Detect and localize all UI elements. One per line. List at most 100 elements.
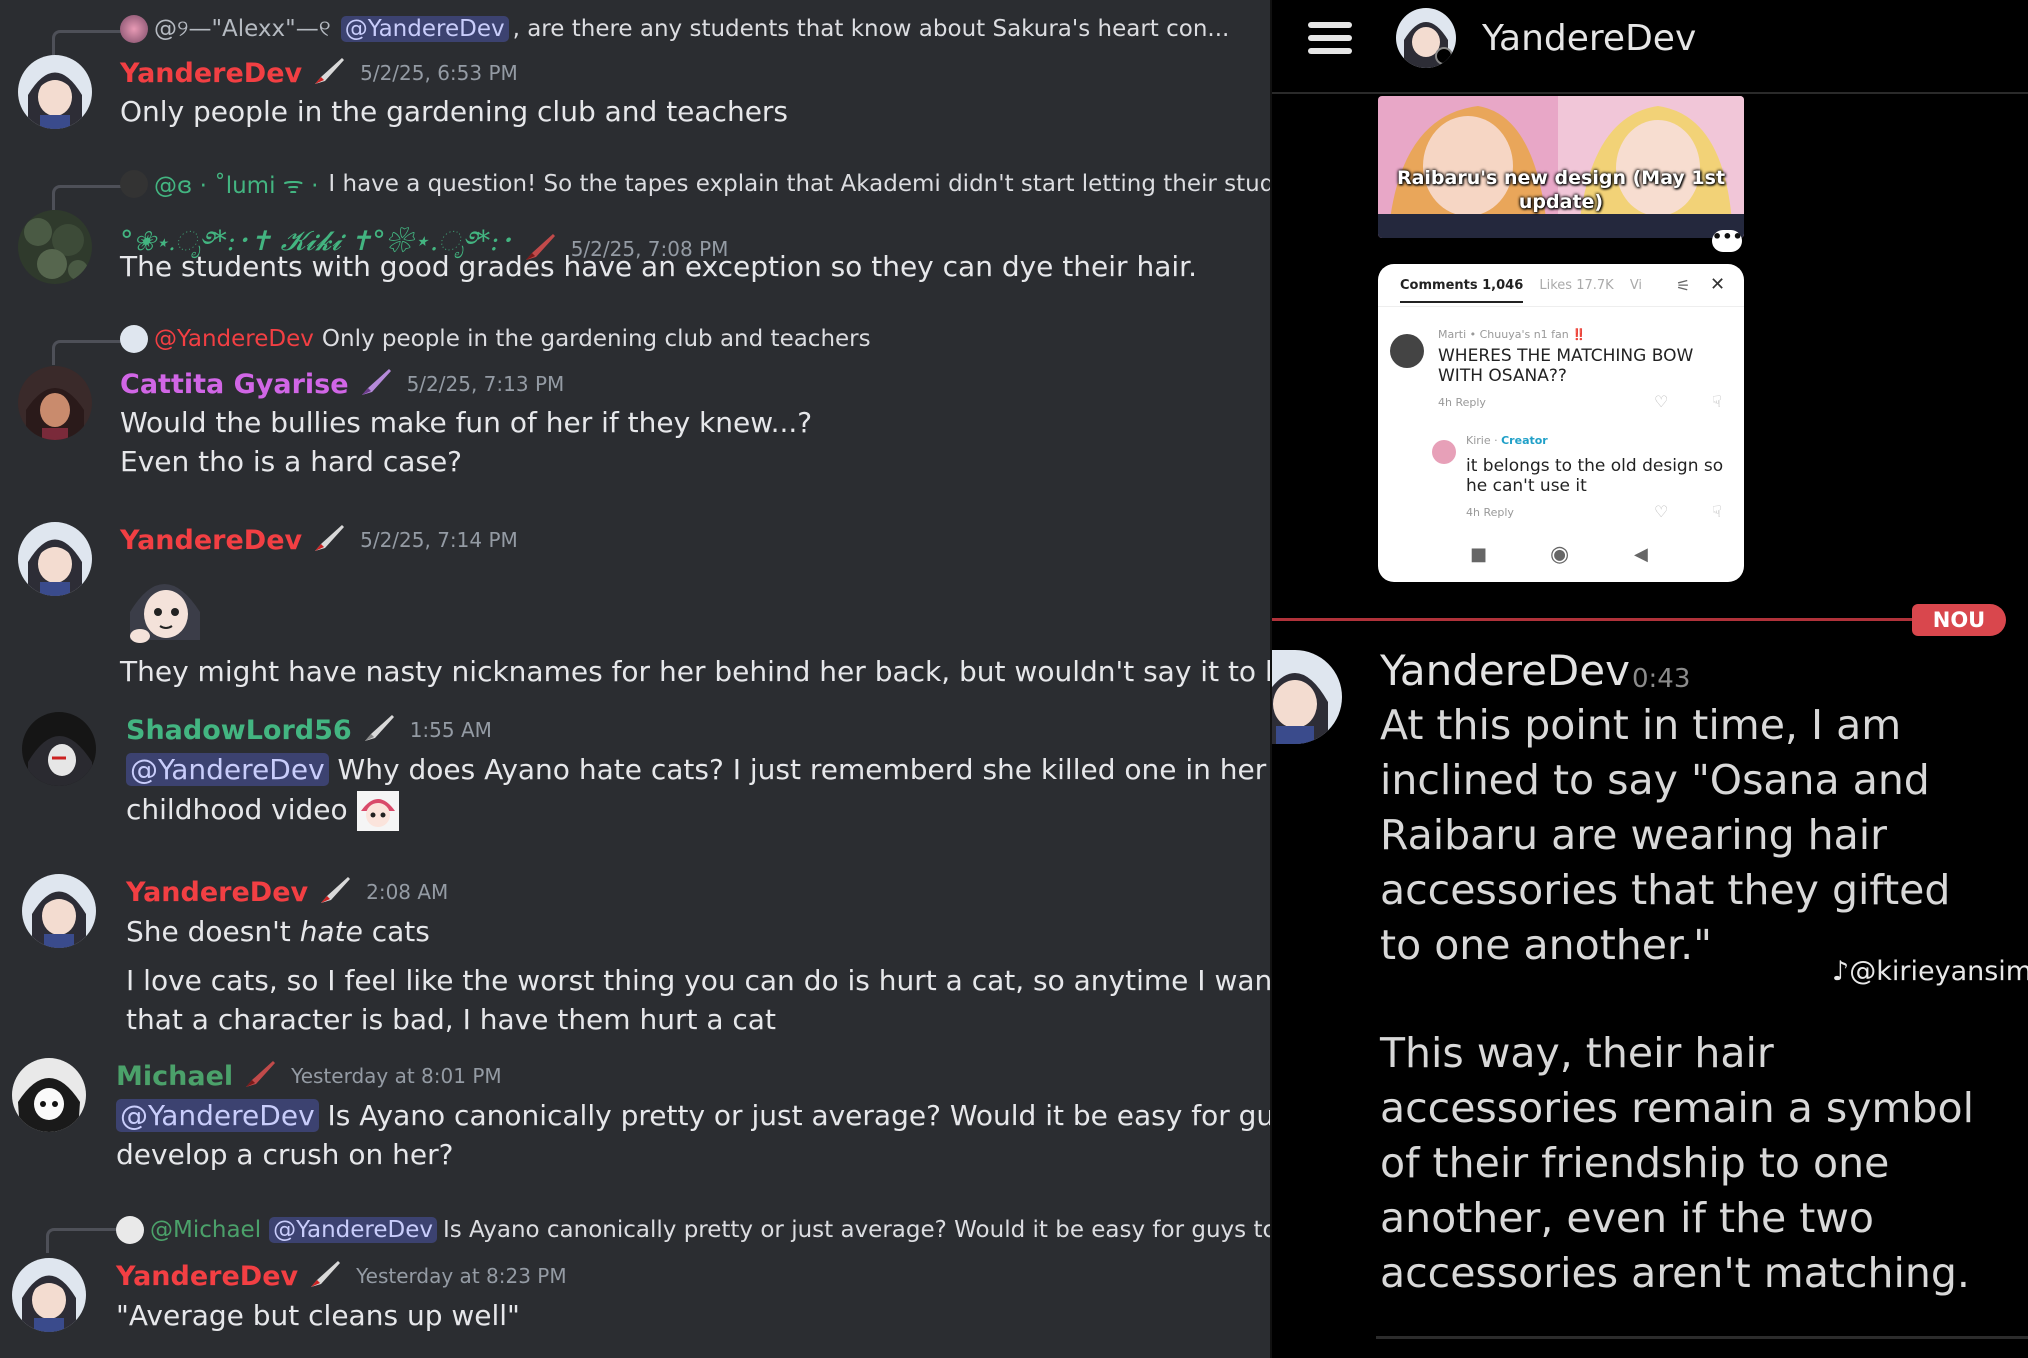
tab-comments[interactable]: Comments 1,046 <box>1400 278 1524 303</box>
timestamp: 0:43 <box>1632 664 1691 694</box>
emoji-sticker <box>356 791 399 831</box>
message-header: YandereDev 5/2/25, 6:53 PM <box>120 56 518 90</box>
close-icon[interactable]: ✕ <box>1710 274 1725 295</box>
dislike-icon[interactable]: ☟ <box>1712 392 1722 411</box>
message-line: of their friendship to one <box>1380 1139 1890 1187</box>
message-header: Cattita Gyarise 5/2/25, 7:13 PM <box>120 367 564 401</box>
message-text: Would the bullies make fun of her if the… <box>120 406 813 439</box>
tab-more[interactable]: Vi <box>1630 278 1642 293</box>
video-thumbnail[interactable]: Raibaru's new design (May 1st update) <box>1378 96 1744 238</box>
message-header: YandereDev 5/2/25, 7:14 PM <box>120 523 518 557</box>
message-author[interactable]: YandereDev <box>1380 646 1630 695</box>
avatar[interactable] <box>18 366 92 440</box>
mention[interactable]: @YandereDev <box>126 753 329 786</box>
message-text: Only people in the gardening club and te… <box>120 95 789 128</box>
comment-text: it belongs to the old design so he can't… <box>1466 456 1724 496</box>
knife-icon <box>243 1059 277 1093</box>
menu-icon[interactable] <box>1308 22 1352 60</box>
reply-text: , are there any students that know about… <box>512 16 1230 42</box>
filter-icon[interactable]: ⚟ <box>1676 276 1690 295</box>
thinking-sticker <box>120 560 208 648</box>
username[interactable]: YandereDev <box>120 58 302 89</box>
message-line: inclined to say "Osana and <box>1380 756 1930 804</box>
reply-connector <box>52 340 125 365</box>
timestamp: 2:08 AM <box>366 880 449 904</box>
new-badge: NOU <box>1912 604 2006 636</box>
reply-connector <box>52 185 125 210</box>
comment-footer[interactable]: 4h Reply <box>1438 396 1486 409</box>
message-line: This way, their hair <box>1380 1029 1774 1077</box>
reply-connector <box>52 30 125 55</box>
timestamp: Yesterday at 8:23 PM <box>356 1264 567 1288</box>
reply-text: Only people in the gardening club and te… <box>321 326 871 352</box>
reply-preview[interactable]: @୨—"Alexx"—୧ @YandereDev , are there any… <box>120 12 1229 46</box>
reply-text: I have a question! So the tapes explain … <box>328 171 1270 197</box>
dislike-icon[interactable]: ☟ <box>1712 502 1722 521</box>
avatar[interactable] <box>12 1058 86 1132</box>
tiktok-icon: ♪ <box>1832 956 1850 987</box>
mobile-chat-panel: YandereDev Raibaru's new design (May 1st… <box>1272 0 2028 1358</box>
mention[interactable]: @YandereDev <box>116 1099 319 1132</box>
avatar[interactable] <box>1272 650 1342 744</box>
reply-author: @YandereDev <box>154 326 314 352</box>
username[interactable]: YandereDev <box>116 1261 298 1292</box>
reply-avatar <box>120 325 148 353</box>
heart-icon[interactable]: ♡ <box>1654 502 1668 521</box>
message-line: accessories aren't matching. <box>1380 1249 1970 1297</box>
timestamp: 5/2/25, 7:13 PM <box>406 372 565 396</box>
avatar[interactable] <box>18 522 92 596</box>
comment-footer[interactable]: 4h Reply <box>1466 506 1514 519</box>
bottom-divider <box>1376 1336 2028 1339</box>
message-header: YandereDev 2:08 AM <box>126 875 448 909</box>
avatar[interactable] <box>22 874 96 948</box>
reply-mention[interactable]: @YandereDev <box>340 16 509 42</box>
message-text: @YandereDev Why does Ayano hate cats? I … <box>126 750 1266 790</box>
reply-mention[interactable]: @YandereDev <box>269 1217 437 1243</box>
channel-avatar[interactable] <box>1396 8 1456 68</box>
more-options-icon[interactable]: ••• <box>1712 229 1743 252</box>
home-button-icon[interactable]: ◉ <box>1550 542 1569 567</box>
username[interactable]: Cattita Gyarise <box>120 369 349 400</box>
tiktok-watermark: ♪@kirieyansim <box>1832 956 2028 987</box>
reply-author: @Michael <box>150 1217 262 1243</box>
knife-icon <box>359 367 393 401</box>
emphasis-text: hate <box>299 915 363 948</box>
timestamp: 1:55 AM <box>409 718 492 742</box>
comment-meta: Kirie · Creator <box>1466 434 1548 447</box>
message-text: childhood video <box>126 790 399 831</box>
tabs-divider <box>1378 306 1744 307</box>
commenter-avatar[interactable] <box>1390 334 1424 368</box>
heart-icon[interactable]: ♡ <box>1654 392 1668 411</box>
message-text: @YandereDev Is Ayano canonically pretty … <box>116 1096 1270 1136</box>
knife-icon <box>362 713 396 747</box>
username[interactable]: ShadowLord56 <box>126 715 352 746</box>
avatar[interactable] <box>18 55 92 129</box>
timestamp: 5/2/25, 7:14 PM <box>360 528 518 552</box>
message-header: Michael Yesterday at 8:01 PM <box>116 1059 502 1093</box>
knife-icon <box>312 523 346 557</box>
recents-button-icon[interactable]: ■ <box>1470 544 1487 565</box>
comments-tabs: Comments 1,046 Likes 17.7K Vi <box>1400 278 1642 303</box>
creator-avatar[interactable] <box>1432 440 1456 464</box>
username[interactable]: YandereDev <box>126 877 308 908</box>
message-line: cats <box>362 915 430 948</box>
username[interactable]: Michael <box>116 1061 233 1092</box>
message-text: I love cats, so I feel like the worst th… <box>126 964 1270 997</box>
username[interactable]: YandereDev <box>120 525 302 556</box>
avatar[interactable] <box>12 1258 86 1332</box>
back-button-icon[interactable]: ◀ <box>1634 544 1648 565</box>
avatar[interactable] <box>18 210 92 284</box>
message-text: She doesn't hate cats <box>126 912 430 952</box>
timestamp: 5/2/25, 6:53 PM <box>360 61 518 85</box>
message-text: develop a crush on her? <box>116 1138 454 1171</box>
avatar[interactable] <box>22 712 96 786</box>
reply-preview[interactable]: @ɞ · ˚lumi ᯤ · I have a question! So the… <box>120 167 1270 201</box>
comment-text: WHERES THE MATCHING BOW WITH OSANA?? <box>1438 346 1694 386</box>
message-line: to one another." <box>1380 921 1712 969</box>
tab-likes[interactable]: Likes 17.7K <box>1539 278 1613 293</box>
reply-preview[interactable]: @YandereDev Only people in the gardening… <box>120 322 871 356</box>
message-line: childhood video <box>126 793 348 826</box>
message-header: YandereDev Yesterday at 8:23 PM <box>116 1259 567 1293</box>
knife-icon <box>318 875 352 909</box>
reply-preview[interactable]: @Michael @YandereDev Is Ayano canonicall… <box>116 1213 1270 1247</box>
